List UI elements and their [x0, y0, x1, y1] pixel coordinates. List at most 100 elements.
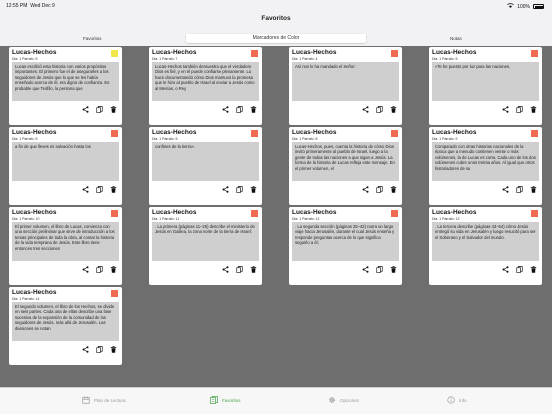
- card-title: Lucas-Hechos: [12, 289, 57, 296]
- card-text: confines de la tierra».: [152, 142, 259, 181]
- card-actions: [82, 186, 117, 193]
- share-icon[interactable]: [362, 266, 369, 273]
- copy-icon[interactable]: [236, 106, 243, 113]
- share-icon[interactable]: [222, 186, 229, 193]
- card-title: Lucas-Hechos: [432, 49, 477, 56]
- favorite-card[interactable]: Lucas-Hechos Dia: 1 Párrafo: 14 El segun…: [9, 287, 122, 365]
- trash-icon[interactable]: [110, 266, 117, 273]
- trash-icon[interactable]: [110, 106, 117, 113]
- info-icon: [447, 396, 455, 404]
- card-title: Lucas-Hechos: [292, 209, 337, 216]
- trash-icon[interactable]: [390, 186, 397, 193]
- card-text: El primer volumen, el libro de Lucas, co…: [12, 222, 119, 261]
- copy-icon[interactable]: [516, 186, 523, 193]
- card-text: Lucas escribió esta historia con varios …: [12, 62, 119, 101]
- favorite-card[interactable]: Lucas-Hechos Dia: 1 Párrafo: 5 confines …: [149, 127, 262, 205]
- favorite-card[interactable]: Lucas-Hechos Dia: 1 Párrafo: 5 «Te he pu…: [429, 47, 542, 125]
- copy-icon[interactable]: [96, 186, 103, 193]
- color-marker[interactable]: [251, 210, 258, 217]
- tab-favoritos[interactable]: Favoritos: [210, 396, 241, 404]
- copy-icon[interactable]: [516, 266, 523, 273]
- share-icon[interactable]: [362, 106, 369, 113]
- tab-plan-de-lectura[interactable]: Plan de Lectura: [82, 396, 126, 404]
- card-text: Comparado con otras historias nacionales…: [432, 142, 539, 181]
- share-icon[interactable]: [502, 266, 509, 273]
- trash-icon[interactable]: [390, 106, 397, 113]
- copy-icon[interactable]: [376, 106, 383, 113]
- copy-icon[interactable]: [236, 186, 243, 193]
- card-reference: Dia: 1 Párrafo: 11: [152, 217, 180, 221]
- color-marker[interactable]: [111, 130, 118, 137]
- share-icon[interactable]: [222, 106, 229, 113]
- copy-icon[interactable]: [376, 266, 383, 273]
- share-icon[interactable]: [362, 186, 369, 193]
- favorite-card[interactable]: Lucas-Hechos Dia: 1 Párrafo: 13 . La ter…: [429, 207, 542, 285]
- color-marker[interactable]: [391, 50, 398, 57]
- gear-icon: [328, 396, 336, 404]
- trash-icon[interactable]: [390, 266, 397, 273]
- trash-icon[interactable]: [530, 266, 537, 273]
- card-title: Lucas-Hechos: [292, 129, 337, 136]
- favorite-card[interactable]: Lucas-Hechos Dia: 1 Párrafo: 10 El prime…: [9, 207, 122, 285]
- color-marker[interactable]: [111, 290, 118, 297]
- status-time-date: 12:55 PM Wed Dec 9: [6, 3, 55, 9]
- copy-icon[interactable]: [96, 346, 103, 353]
- card-actions: [502, 186, 537, 193]
- share-icon[interactable]: [502, 186, 509, 193]
- trash-icon[interactable]: [110, 186, 117, 193]
- favorite-card[interactable]: Lucas-Hechos Dia: 1 Párrafo: 7 Lucas-Hec…: [149, 47, 262, 125]
- color-marker[interactable]: [531, 50, 538, 57]
- card-text: . La segunda sección (páginas 25–42) nar…: [292, 222, 399, 261]
- share-icon[interactable]: [82, 346, 89, 353]
- trash-icon[interactable]: [250, 106, 257, 113]
- color-marker[interactable]: [531, 130, 538, 137]
- favorite-card[interactable]: Lucas-Hechos Dia: 1 Párrafo: 9 Comparado…: [429, 127, 542, 205]
- wifi-icon: [507, 3, 514, 10]
- copy-icon[interactable]: [96, 266, 103, 273]
- status-date: Wed Dec 9: [30, 3, 55, 9]
- card-title: Lucas-Hechos: [432, 129, 477, 136]
- card-reference: Dia: 1 Párrafo: 10: [12, 217, 40, 221]
- segment-favoritos[interactable]: Favoritos: [83, 36, 102, 41]
- status-right: 100%: [507, 3, 544, 10]
- card-actions: [222, 106, 257, 113]
- share-icon[interactable]: [82, 106, 89, 113]
- segment-notas[interactable]: Notas: [450, 36, 462, 41]
- color-marker[interactable]: [111, 50, 118, 57]
- trash-icon[interactable]: [250, 186, 257, 193]
- favorite-card[interactable]: Lucas-Hechos Dia: 1 Párrafo: 11 . La pri…: [149, 207, 262, 285]
- card-title: Lucas-Hechos: [12, 129, 57, 136]
- card-title: Lucas-Hechos: [432, 209, 477, 216]
- trash-icon[interactable]: [530, 186, 537, 193]
- color-marker[interactable]: [251, 130, 258, 137]
- card-reference: Dia: 1 Párrafo: 13: [432, 217, 460, 221]
- favorite-card[interactable]: Lucas-Hechos Dia: 1 Párrafo: 4 Así nos l…: [289, 47, 402, 125]
- favorite-card[interactable]: Lucas-Hechos Dia: 1 Párrafo: 8 Lucas-Hec…: [289, 127, 402, 205]
- share-icon[interactable]: [82, 186, 89, 193]
- copy-icon[interactable]: [236, 266, 243, 273]
- tab-label: Opciones: [340, 397, 360, 403]
- favorite-card[interactable]: Lucas-Hechos Dia: 1 Párrafo: 5 a fin de …: [9, 127, 122, 205]
- color-marker[interactable]: [111, 210, 118, 217]
- tab-label: Plan de Lectura: [94, 397, 126, 403]
- share-icon[interactable]: [82, 266, 89, 273]
- trash-icon[interactable]: [110, 346, 117, 353]
- share-icon[interactable]: [222, 266, 229, 273]
- color-marker[interactable]: [531, 210, 538, 217]
- tab-opciones[interactable]: Opciones: [328, 396, 359, 404]
- card-title: Lucas-Hechos: [152, 49, 197, 56]
- segment-marcadores-de-color[interactable]: Marcadores de Color: [186, 34, 366, 43]
- share-icon[interactable]: [502, 106, 509, 113]
- trash-icon[interactable]: [530, 106, 537, 113]
- favorite-card[interactable]: Lucas-Hechos Dia: 1 Párrafo: 12 . La seg…: [289, 207, 402, 285]
- card-text: a fin de que lleves mi salvación hasta l…: [12, 142, 119, 181]
- copy-icon[interactable]: [376, 186, 383, 193]
- copy-icon[interactable]: [516, 106, 523, 113]
- trash-icon[interactable]: [250, 266, 257, 273]
- tab-info[interactable]: Info: [447, 396, 467, 404]
- color-marker[interactable]: [391, 130, 398, 137]
- favorite-card[interactable]: Lucas-Hechos Dia: 1 Párrafo: 5 Lucas esc…: [9, 47, 122, 125]
- color-marker[interactable]: [391, 210, 398, 217]
- copy-icon[interactable]: [96, 106, 103, 113]
- color-marker[interactable]: [251, 50, 258, 57]
